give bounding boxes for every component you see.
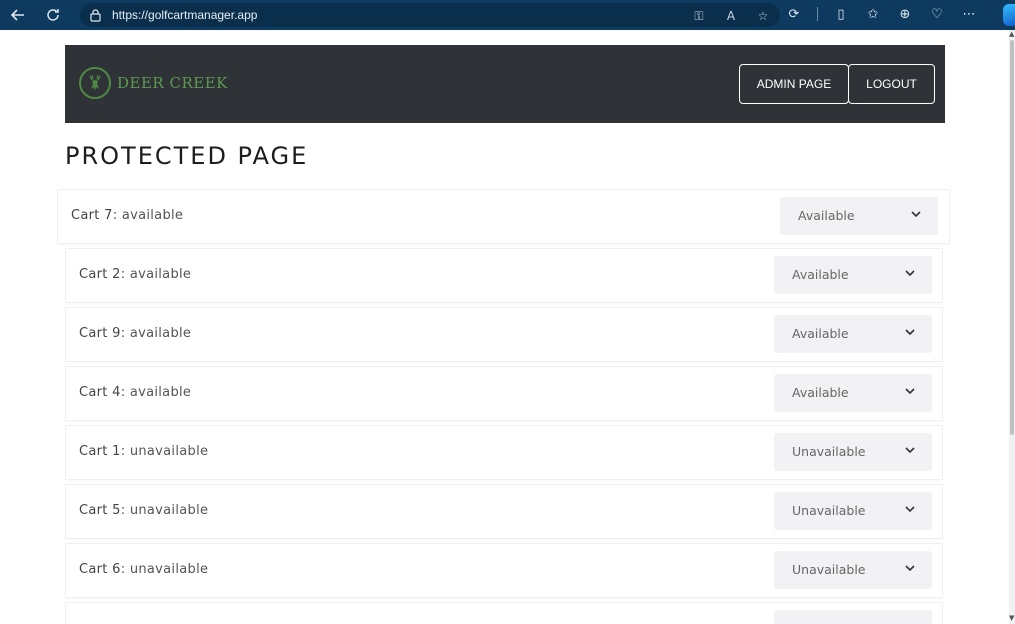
address-bar[interactable]: https://golfcartmanager.app ⚿ A ☆ <box>80 3 780 27</box>
read-aloud-icon[interactable]: A <box>722 7 740 25</box>
cart-name: Cart 9 <box>79 326 121 341</box>
cart-name: Cart 7 <box>71 208 113 223</box>
cart-status-text: unavailable <box>129 562 209 577</box>
logout-button[interactable]: LOGOUT <box>848 64 935 104</box>
more-options-icon[interactable]: ⋯ <box>960 5 978 23</box>
cart-row: Cart 1: unavailable Unavailable <box>65 425 943 480</box>
admin-page-button[interactable]: ADMIN PAGE <box>739 64 849 104</box>
cart-label: Cart 7: available <box>71 208 184 223</box>
scrollbar-thumb[interactable] <box>1010 40 1014 435</box>
brand-logo[interactable]: DEER CREEK <box>79 67 228 99</box>
cart-label: Cart 9: available <box>79 326 192 341</box>
cart-name: Cart 2 <box>79 267 121 282</box>
cart-status-text: unavailable <box>129 503 209 518</box>
cart-row: Cart 2: available Available <box>65 248 943 303</box>
chevron-down-icon <box>911 211 921 218</box>
key-icon[interactable]: ⚿ <box>690 7 708 25</box>
status-dropdown[interactable]: Unavailable <box>774 551 932 589</box>
lock-icon <box>90 8 102 22</box>
cart-row: Cart 4: available Available <box>65 366 943 421</box>
split-screen-icon[interactable]: ▯ <box>832 5 850 23</box>
status-dropdown-value: Available <box>792 267 849 282</box>
reload-icon[interactable] <box>43 5 63 25</box>
status-dropdown[interactable]: Available <box>774 315 932 353</box>
cart-name: Cart 6 <box>79 562 121 577</box>
chevron-down-icon <box>905 388 915 395</box>
status-dropdown-value: Unavailable <box>792 503 866 518</box>
cart-row: Cart 9: available Available <box>65 307 943 362</box>
cart-status-text: available <box>129 326 192 341</box>
status-dropdown[interactable]: Available <box>780 197 938 235</box>
cart-label: Cart 4: available <box>79 385 192 400</box>
heart-icon[interactable]: ♡ <box>928 5 946 23</box>
status-dropdown-value: Available <box>792 326 849 341</box>
page-scrollbar[interactable]: ▲ ▼ <box>1009 30 1015 624</box>
chevron-down-icon <box>905 329 915 336</box>
back-arrow-icon[interactable] <box>8 5 28 25</box>
deer-logo-icon <box>79 67 111 99</box>
chevron-down-icon <box>905 270 915 277</box>
brand-name: DEER CREEK <box>117 74 228 92</box>
cart-name: Cart 5 <box>79 503 121 518</box>
cart-row: Cart 7: available Available <box>57 189 950 244</box>
page-title: PROTECTED PAGE <box>65 142 309 170</box>
url-text: https://golfcartmanager.app <box>112 8 258 22</box>
status-dropdown[interactable]: Unavailable <box>774 433 932 471</box>
cart-row-partial <box>65 602 943 624</box>
cart-row: Cart 5: unavailable Unavailable <box>65 484 943 539</box>
scroll-up-icon[interactable]: ▲ <box>1009 30 1014 38</box>
status-dropdown-value: Available <box>792 385 849 400</box>
app-header: DEER CREEK ADMIN PAGE LOGOUT <box>65 45 945 123</box>
status-dropdown[interactable] <box>774 610 932 624</box>
status-dropdown[interactable]: Unavailable <box>774 492 932 530</box>
status-dropdown-value: Unavailable <box>792 444 866 459</box>
cart-label: Cart 6: unavailable <box>79 562 209 577</box>
cart-name: Cart 1 <box>79 444 121 459</box>
chevron-down-icon <box>905 565 915 572</box>
cart-row: Cart 6: unavailable Unavailable <box>65 543 943 598</box>
favorites-icon[interactable]: ✩ <box>864 5 882 23</box>
status-dropdown[interactable]: Available <box>774 256 932 294</box>
status-dropdown[interactable]: Available <box>774 374 932 412</box>
cart-status-text: available <box>129 385 192 400</box>
refresh-extension-icon[interactable]: ⟳ <box>785 5 803 23</box>
cart-label: Cart 5: unavailable <box>79 503 209 518</box>
scroll-down-icon[interactable]: ▼ <box>1009 614 1014 622</box>
cart-name: Cart 4 <box>79 385 121 400</box>
status-dropdown-value: Available <box>798 208 855 223</box>
status-dropdown-value: Unavailable <box>792 562 866 577</box>
star-icon[interactable]: ☆ <box>754 7 772 25</box>
chevron-down-icon <box>905 506 915 513</box>
cart-label: Cart 1: unavailable <box>79 444 209 459</box>
cart-status-text: available <box>129 267 192 282</box>
browser-toolbar: https://golfcartmanager.app ⚿ A ☆ ⟳ ▯ ✩ … <box>0 0 1015 30</box>
chevron-down-icon <box>905 447 915 454</box>
toolbar-divider <box>817 7 818 21</box>
cart-label: Cart 2: available <box>79 267 192 282</box>
copilot-icon[interactable] <box>1003 4 1015 26</box>
cart-status-text: available <box>121 208 184 223</box>
cart-status-text: unavailable <box>129 444 209 459</box>
collections-icon[interactable]: ⊕ <box>896 5 914 23</box>
